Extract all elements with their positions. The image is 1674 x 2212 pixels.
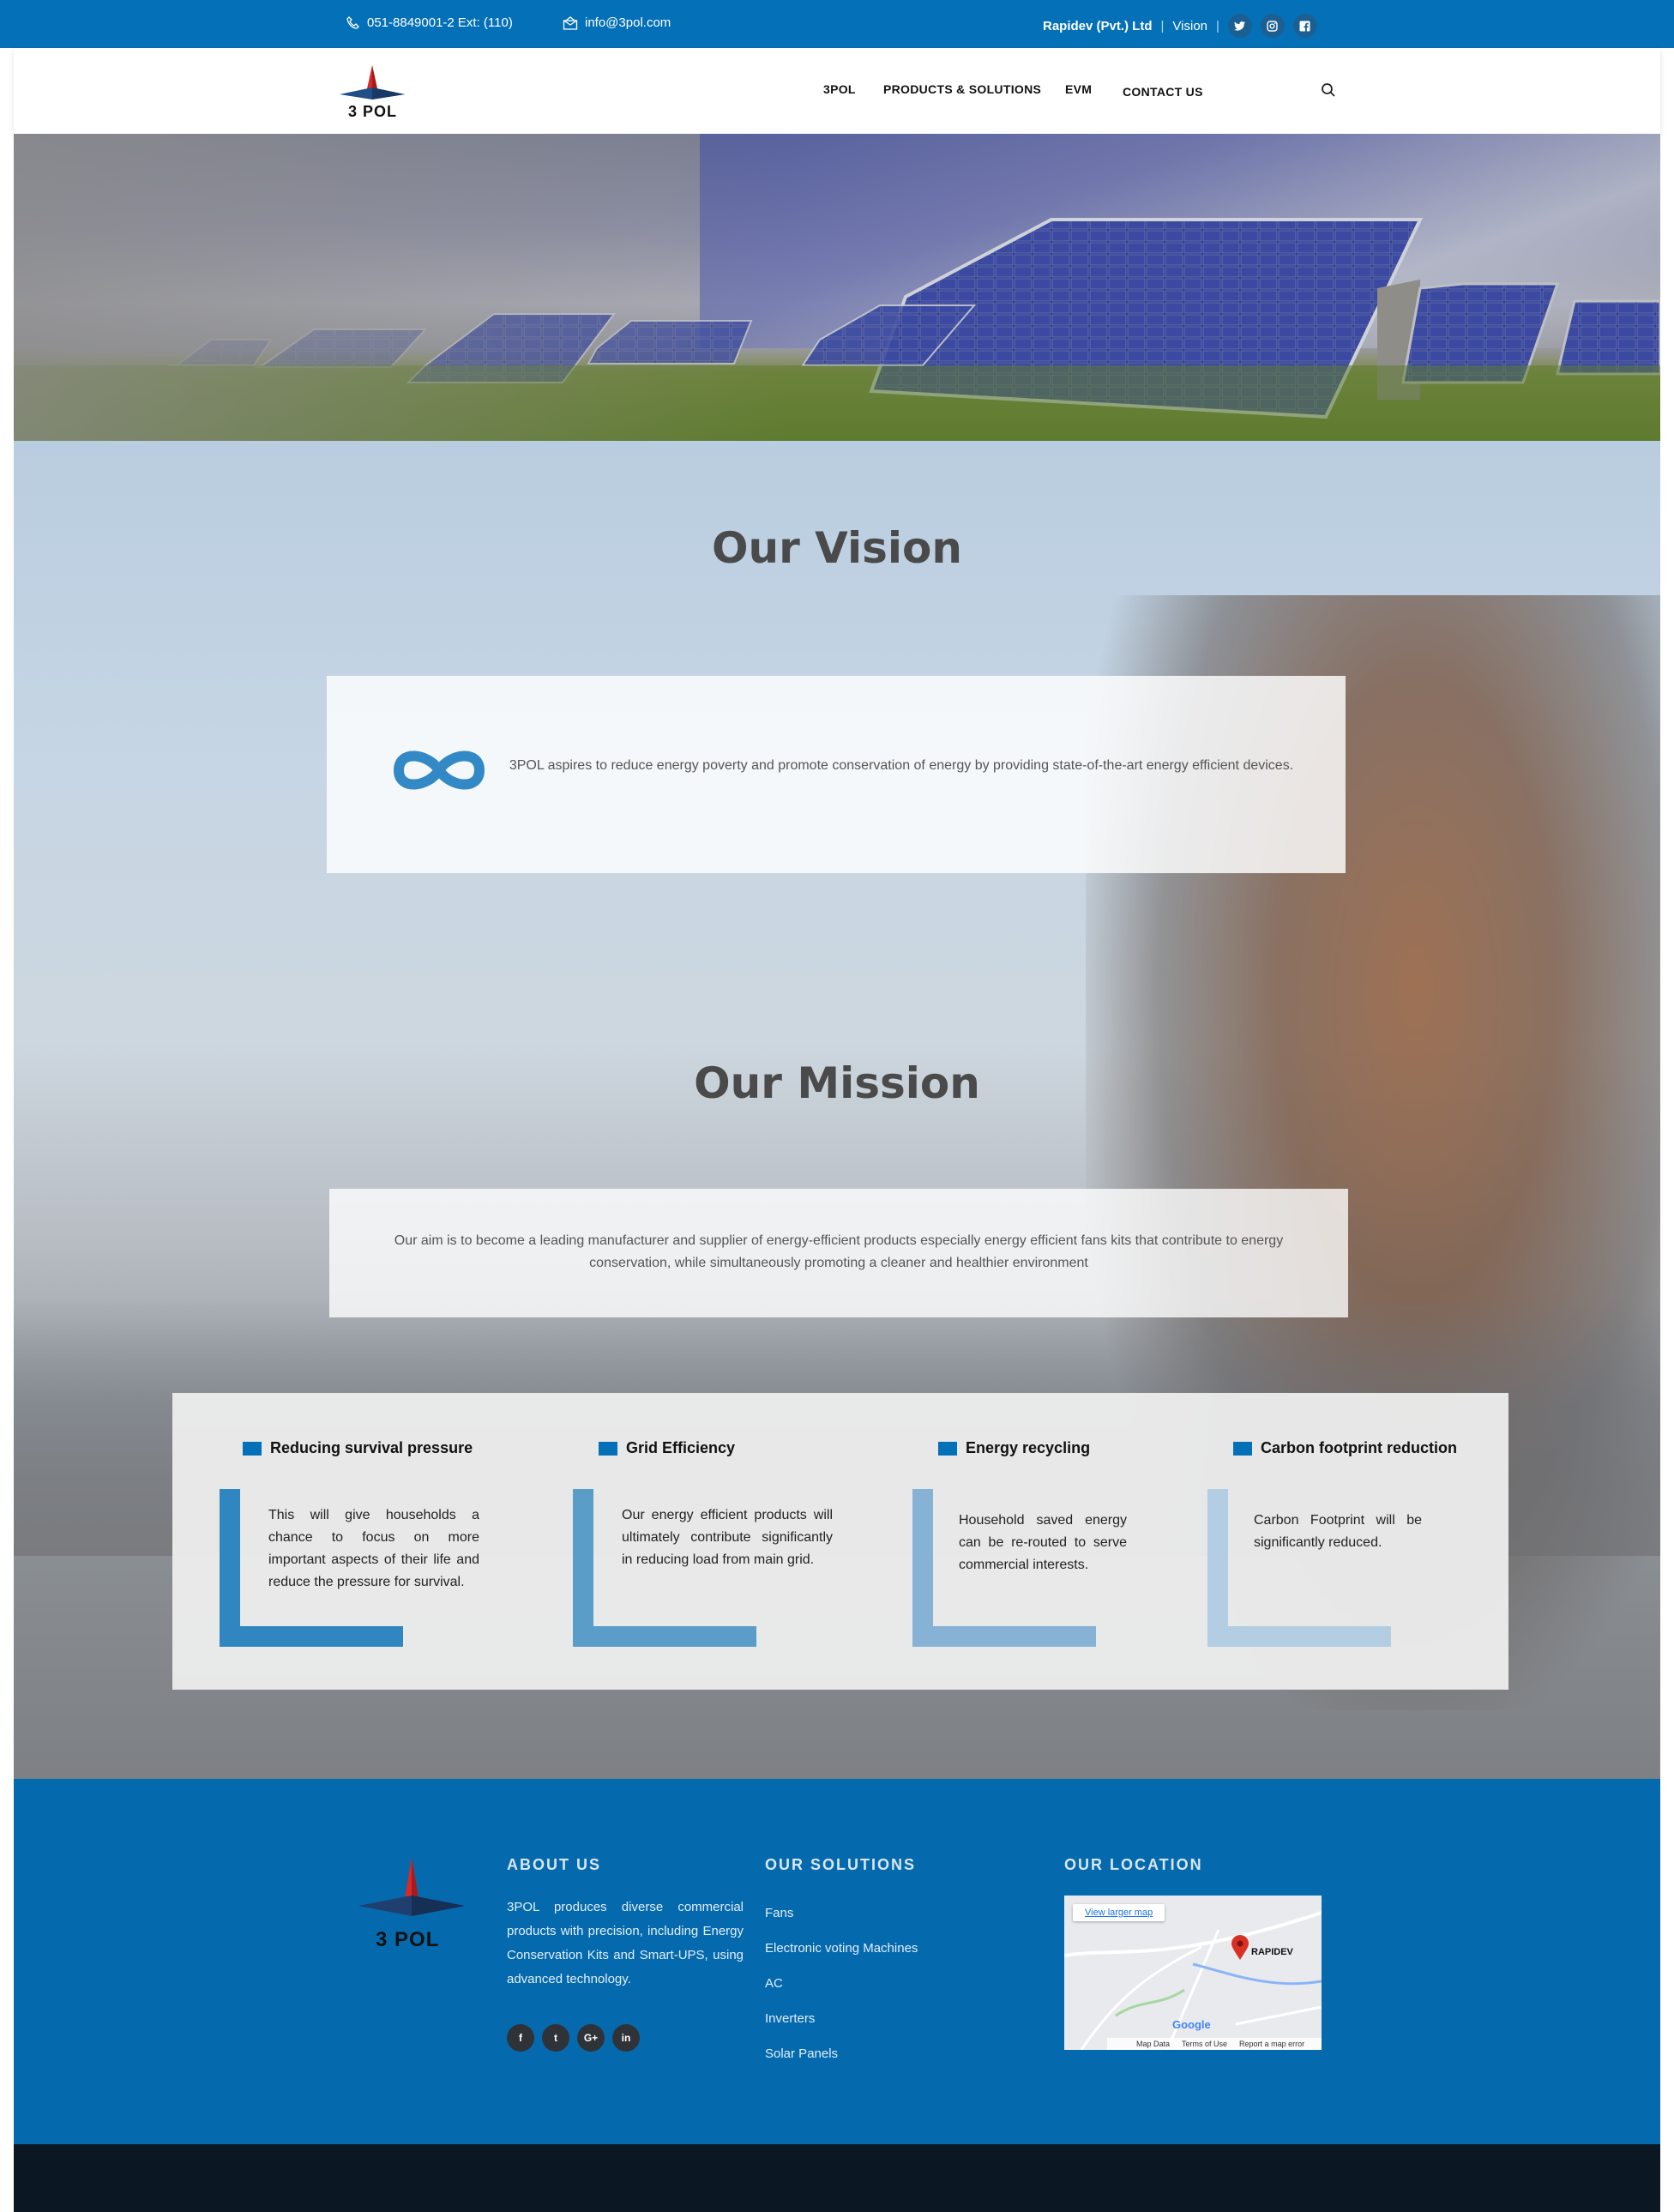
current-page-label[interactable]: Vision bbox=[1172, 19, 1207, 33]
envelope-icon bbox=[563, 15, 578, 30]
vision-card: 3POL aspires to reduce energy poverty an… bbox=[327, 676, 1346, 873]
features-panel: Reducing survival pressure This will giv… bbox=[172, 1393, 1508, 1690]
hero-banner bbox=[14, 134, 1660, 441]
linkedin-icon[interactable]: in bbox=[612, 2024, 640, 2052]
vision-mission-section: Our Vision 3POL aspires to reduce energy… bbox=[14, 441, 1660, 1779]
nav-3pol[interactable]: 3POL bbox=[823, 82, 856, 96]
mission-card: Our aim is to become a leading manufactu… bbox=[329, 1189, 1348, 1317]
separator: | bbox=[1216, 18, 1219, 33]
bracket-decoration bbox=[912, 1626, 1096, 1647]
feature-title: Grid Efficiency bbox=[626, 1439, 736, 1456]
map-terms-link[interactable]: Terms of Use bbox=[1182, 2040, 1227, 2048]
bullet-square bbox=[938, 1441, 957, 1456]
feature-title: Carbon footprint reduction bbox=[1261, 1439, 1457, 1456]
main-header: 3 POL 3POL PRODUCTS & SOLUTIONS EVM CONT… bbox=[14, 48, 1660, 134]
feature-text: This will give households a chance to fo… bbox=[268, 1508, 479, 1589]
solutions-list: Fans Electronic voting Machines AC Inver… bbox=[765, 1896, 918, 2071]
infinity-icon bbox=[393, 750, 485, 790]
map-data-link[interactable]: Map Data bbox=[1136, 2040, 1170, 2048]
solution-link-solar-panels[interactable]: Solar Panels bbox=[765, 2036, 918, 2071]
bracket-decoration bbox=[912, 1489, 933, 1647]
feature-text: Carbon Footprint will be significantly r… bbox=[1254, 1513, 1422, 1550]
company-link[interactable]: Rapidev (Pvt.) Ltd bbox=[1043, 19, 1153, 33]
mission-title: Our Mission bbox=[694, 1058, 980, 1108]
phone-contact[interactable]: 051-8849001-2 Ext: (110) bbox=[346, 15, 513, 30]
vision-title: Our Vision bbox=[712, 523, 962, 573]
feature-text: Our energy efficient products will ultim… bbox=[622, 1508, 833, 1567]
instagram-icon[interactable] bbox=[1260, 14, 1285, 38]
search-icon[interactable] bbox=[1321, 82, 1336, 98]
map-pin-icon bbox=[1231, 1935, 1249, 1960]
bracket-decoration bbox=[573, 1489, 593, 1647]
about-title: ABOUT US bbox=[507, 1856, 601, 1873]
bracket-decoration bbox=[1207, 1626, 1391, 1647]
bullet-square bbox=[1233, 1441, 1252, 1456]
feature-title: Energy recycling bbox=[966, 1439, 1091, 1456]
facebook-icon[interactable]: f bbox=[507, 2024, 534, 2052]
feature-text: Household saved energy can be re-routed … bbox=[959, 1513, 1127, 1572]
bracket-decoration bbox=[1207, 1489, 1228, 1647]
map-pin-label: RAPIDEV bbox=[1251, 1947, 1293, 1957]
solutions-title: OUR SOLUTIONS bbox=[765, 1856, 917, 1873]
about-text: 3POL produces diverse commercial product… bbox=[507, 1900, 744, 1986]
twitter-icon[interactable]: t bbox=[542, 2024, 569, 2052]
solution-link-evm[interactable]: Electronic voting Machines bbox=[765, 1931, 918, 1966]
site-logo[interactable]: 3 POL bbox=[338, 57, 424, 125]
bracket-decoration bbox=[220, 1626, 403, 1647]
bullet-square bbox=[599, 1441, 617, 1456]
bottom-bar bbox=[14, 2144, 1660, 2212]
top-bar: 051-8849001-2 Ext: (110) info@3pol.com R… bbox=[0, 0, 1674, 48]
location-map[interactable]: View larger map RAPIDEV Google Map Data … bbox=[1064, 1896, 1322, 2050]
solution-link-inverters[interactable]: Inverters bbox=[765, 2001, 918, 2036]
bullet-square bbox=[243, 1441, 262, 1456]
bracket-decoration bbox=[573, 1626, 756, 1647]
twitter-icon[interactable] bbox=[1227, 14, 1252, 38]
separator: | bbox=[1160, 18, 1165, 33]
view-larger-map-link[interactable]: View larger map bbox=[1073, 1904, 1165, 1921]
map-report-link[interactable]: Report a map error bbox=[1239, 2040, 1304, 2048]
solution-link-ac[interactable]: AC bbox=[765, 1966, 918, 2001]
logo-text: 3 POL bbox=[348, 103, 398, 120]
mission-text: Our aim is to become a leading manufactu… bbox=[394, 1233, 1284, 1270]
google-plus-icon[interactable]: G+ bbox=[577, 2024, 605, 2052]
footer-logo[interactable]: 3 POL bbox=[352, 1853, 472, 1956]
google-logo: Google bbox=[1172, 2018, 1211, 2031]
location-title: OUR LOCATION bbox=[1064, 1856, 1203, 1873]
nav-products-solutions[interactable]: PRODUCTS & SOLUTIONS bbox=[883, 82, 1041, 96]
phone-number: 051-8849001-2 Ext: (110) bbox=[367, 15, 513, 30]
footer-logo-text: 3 POL bbox=[376, 1928, 440, 1951]
email-contact[interactable]: info@3pol.com bbox=[563, 15, 671, 30]
nav-evm[interactable]: EVM bbox=[1065, 82, 1092, 96]
email-address: info@3pol.com bbox=[585, 15, 671, 30]
vision-text: 3POL aspires to reduce energy poverty an… bbox=[509, 758, 1294, 773]
bracket-decoration bbox=[220, 1489, 240, 1647]
site-footer: 3 POL ABOUT US 3POL produces diverse com… bbox=[14, 1779, 1660, 2144]
nav-contact-us[interactable]: CONTACT US bbox=[1123, 85, 1203, 99]
facebook-icon[interactable] bbox=[1292, 14, 1317, 38]
feature-title: Reducing survival pressure bbox=[270, 1439, 473, 1456]
solution-link-fans[interactable]: Fans bbox=[765, 1896, 918, 1931]
hero-overlay bbox=[14, 134, 786, 441]
phone-icon bbox=[346, 15, 359, 29]
map-attribution-bar: Map Data Terms of Use Report a map error bbox=[1107, 2038, 1322, 2050]
